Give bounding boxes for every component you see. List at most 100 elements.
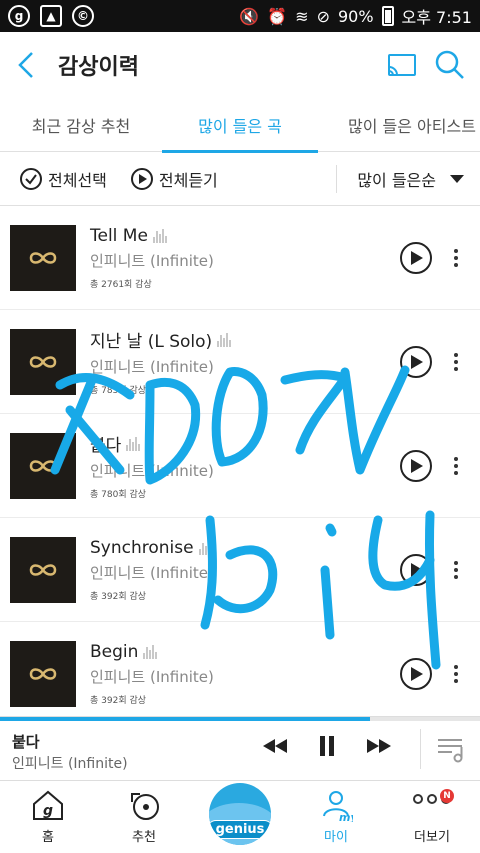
previous-icon[interactable] [260, 731, 290, 761]
play-button[interactable] [400, 345, 432, 378]
song-title: Tell Me [90, 226, 400, 246]
song-row[interactable]: Tell Me 인피니트 (Infinite) 총 2761회 감상 [0, 206, 480, 310]
song-artist: 인피니트 (Infinite) [90, 563, 214, 582]
play-all-button[interactable]: 전체듣기 [130, 167, 218, 191]
sort-label: 많이 들은순 [357, 170, 436, 190]
play-icon [411, 354, 423, 369]
play-count: 총 785회 감상 [90, 386, 147, 396]
play-button[interactable] [400, 657, 432, 690]
playback-controls [260, 731, 394, 761]
tab-most-played-artists[interactable]: 많이 들은 아티스트 [318, 98, 480, 152]
back-button[interactable] [0, 32, 52, 98]
playlist-icon [438, 739, 463, 763]
new-badge: N [440, 789, 454, 803]
copyright-icon: © [72, 5, 94, 27]
select-all-button[interactable]: 전체선택 [20, 167, 107, 191]
album-art [10, 328, 76, 395]
song-info: Begin 인피니트 (Infinite) 총 392회 감상 [90, 642, 400, 706]
equalizer-icon [152, 228, 167, 243]
alarm-icon: ⏰ [267, 6, 288, 26]
play-button[interactable] [400, 449, 432, 482]
play-count: 총 392회 감상 [90, 695, 147, 706]
bottom-nav: g 홈 추천 genius my 마이 N 더보기 [0, 780, 480, 853]
song-artist: 인피니트 (Infinite) [90, 358, 214, 376]
play-count: 총 2761회 감상 [90, 279, 152, 290]
song-artist: 인피니트 (Infinite) [90, 462, 214, 480]
home-icon: g [33, 790, 63, 820]
battery-icon [381, 6, 394, 26]
header-actions [386, 49, 480, 81]
song-title-text: Begin [90, 641, 139, 662]
search-icon [435, 50, 464, 79]
equalizer-icon [198, 540, 213, 555]
playback-progress[interactable] [0, 717, 480, 721]
playback-progress-fill [0, 717, 370, 721]
infinity-logo-icon [29, 667, 57, 680]
song-row[interactable]: Begin 인피니트 (Infinite) 총 392회 감상 [0, 622, 480, 726]
list-toolbar: 전체선택 전체듣기 많이 들은순 [0, 152, 480, 206]
song-title: Begin [90, 642, 400, 662]
status-left-icons: g ▲ © [8, 5, 94, 27]
battery-percent: 90% [337, 6, 374, 26]
album-art [10, 640, 76, 707]
caret-down-icon [450, 174, 464, 183]
song-row[interactable]: 지난 날 (L Solo) 인피니트 (Infinite) 총 785회 감상 [0, 310, 480, 414]
play-icon [411, 666, 423, 681]
dnd-icon: ⊘ [316, 6, 330, 26]
play-button[interactable] [400, 241, 432, 274]
play-circle-icon [130, 167, 153, 190]
play-icon [411, 562, 423, 577]
nav-my-label: 마이 [324, 830, 348, 845]
song-row[interactable]: 붙다 인피니트 (Infinite) 총 780회 감상 [0, 414, 480, 518]
nav-home[interactable]: g 홈 [0, 781, 96, 853]
more-button[interactable] [446, 560, 466, 579]
more-button[interactable] [446, 248, 466, 267]
song-info: 붙다 인피니트 (Infinite) 총 780회 감상 [90, 431, 400, 500]
mini-player[interactable]: 붙다 인피니트 (Infinite) [0, 716, 480, 780]
nav-recommend-label: 추천 [132, 830, 156, 845]
genius-label: genius [209, 820, 271, 839]
play-all-label: 전체듣기 [158, 170, 218, 190]
tab-recent-recommend[interactable]: 최근 감상 추천 [0, 98, 162, 152]
clock: 오후 7:51 [401, 8, 472, 27]
nav-more[interactable]: N 더보기 [384, 781, 480, 853]
cast-button[interactable] [386, 49, 418, 81]
tab-most-played-songs[interactable]: 많이 들은 곡 [162, 98, 318, 153]
more-button[interactable] [446, 456, 466, 475]
sort-dropdown[interactable]: 많이 들은순 [337, 167, 480, 191]
song-title-text: 붙다 [90, 436, 122, 456]
nav-recommend[interactable]: 추천 [96, 781, 192, 853]
genius-icon: genius [209, 783, 271, 845]
song-title-text: 지난 날 (L Solo) [90, 332, 213, 352]
more-button[interactable] [446, 352, 466, 371]
play-count: 총 392회 감상 [90, 591, 147, 602]
song-row[interactable]: Synchronise 인피니트 (Infinite) 총 392회 감상 [0, 518, 480, 622]
play-count: 총 780회 감상 [90, 490, 147, 500]
song-list: Tell Me 인피니트 (Infinite) 총 2761회 감상 지난 날 … [0, 206, 480, 726]
svg-text:my: my [339, 811, 353, 822]
song-title: Synchronise [90, 538, 400, 558]
search-button[interactable] [434, 49, 466, 81]
infinity-logo-icon [29, 459, 57, 472]
play-button[interactable] [400, 553, 432, 586]
album-art [10, 224, 76, 291]
mini-player-divider [420, 729, 421, 769]
song-title: 붙다 [90, 431, 400, 456]
infinity-logo-icon [29, 355, 57, 368]
nav-my[interactable]: my 마이 [288, 781, 384, 853]
equalizer-icon [126, 436, 141, 451]
song-artist: 인피니트 (Infinite) [90, 667, 214, 686]
status-right: 🔇 ⏰ ≋ ⊘ 90% 오후 7:51 [239, 4, 472, 28]
pause-icon[interactable] [312, 731, 342, 761]
check-circle-icon [20, 167, 42, 190]
page-title: 감상이력 [58, 55, 139, 80]
svg-text:g: g [43, 803, 53, 819]
next-icon[interactable] [364, 731, 394, 761]
nav-genius[interactable]: genius [192, 781, 288, 853]
album-art [10, 432, 76, 499]
more-button[interactable] [446, 664, 466, 683]
now-playing-title: 붙다 [12, 733, 40, 751]
playlist-button[interactable] [436, 735, 466, 763]
nav-more-label: 더보기 [414, 830, 450, 845]
song-info: 지난 날 (L Solo) 인피니트 (Infinite) 총 785회 감상 [90, 327, 400, 396]
